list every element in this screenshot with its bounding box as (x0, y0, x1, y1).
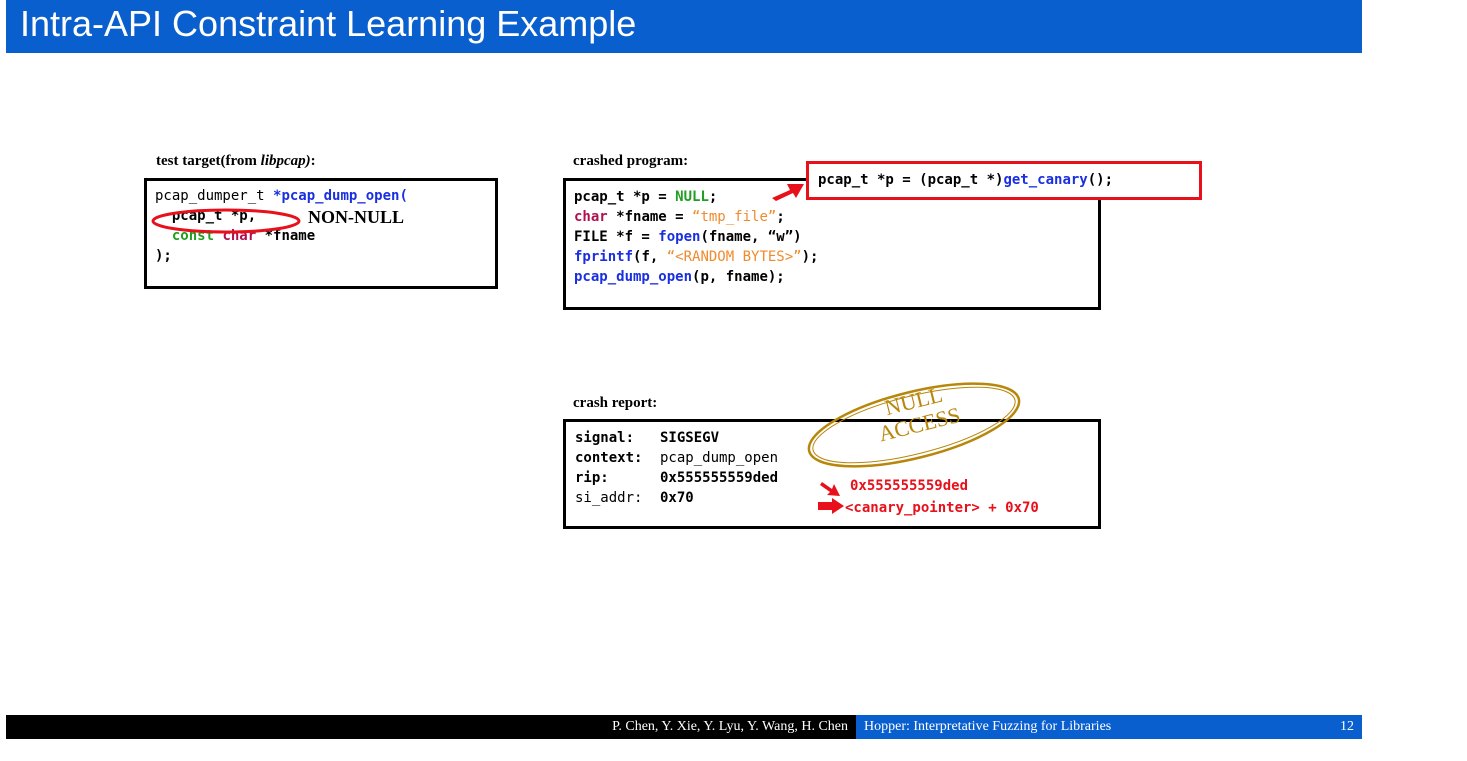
replace-arrow-icon (772, 184, 804, 201)
report-value-context: pcap_dump_open (660, 450, 779, 466)
non-null-annotation: NON-NULL (308, 207, 405, 227)
footer-talk-bar: Hopper: Interpretative Fuzzing for Libra… (856, 715, 1362, 739)
rip-arrow-icon (820, 482, 840, 496)
footer-page-number: 12 (1340, 719, 1354, 734)
footer-authors: P. Chen, Y. Xie, Y. Lyu, Y. Wang, H. Che… (612, 719, 848, 734)
crash-report-label: crash report: (573, 395, 658, 411)
report-key-signal: signal: (575, 430, 635, 446)
report-value-si-addr: 0x70 (660, 490, 694, 506)
crashed-program-label: crashed program: (573, 153, 689, 169)
report-key-si-addr: si_addr: (575, 490, 643, 506)
rip-annotation: 0x555555559ded (850, 478, 969, 494)
footer-authors-bar: P. Chen, Y. Xie, Y. Lyu, Y. Wang, H. Che… (6, 715, 856, 739)
report-key-context: context: (575, 450, 643, 466)
report-value-signal: SIGSEGV (660, 430, 720, 446)
highlight-ellipse-icon (151, 208, 301, 234)
addr-annotation: <canary_pointer> + 0x70 (845, 500, 1039, 516)
slide-title: Intra-API Constraint Learning Example (20, 3, 637, 44)
replacement-code: pcap_t *p = (pcap_t *)get_canary(); (818, 172, 1114, 188)
crashed-program-code: pcap_t *p = NULL; char *fname = “tmp_fil… (574, 189, 819, 285)
title-bar: Intra-API Constraint Learning Example (6, 0, 1362, 53)
report-key-rip: rip: (575, 470, 609, 486)
report-value-rip: 0x555555559ded (660, 470, 779, 486)
addr-arrow-icon (818, 498, 844, 514)
footer-talk-title: Hopper: Interpretative Fuzzing for Libra… (864, 719, 1112, 734)
test-target-label: test target(from libpcap): (156, 153, 316, 169)
